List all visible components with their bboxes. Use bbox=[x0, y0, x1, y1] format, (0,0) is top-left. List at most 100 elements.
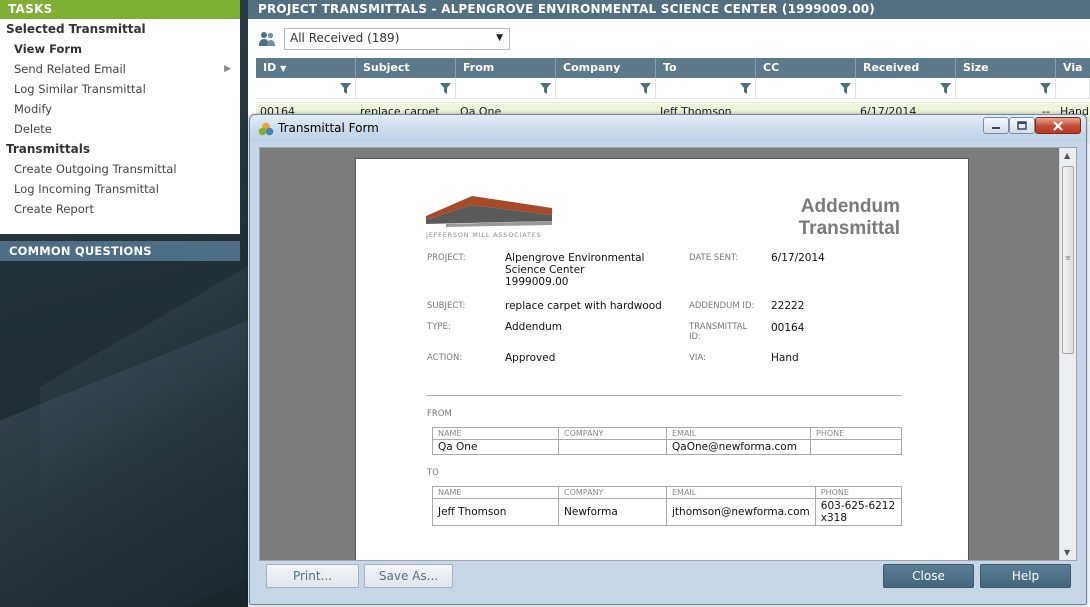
subject-label: SUBJECT: bbox=[427, 301, 466, 311]
company-logo-text: JEFFERSON MILL ASSOCIATES bbox=[426, 231, 542, 239]
help-button[interactable]: Help bbox=[980, 564, 1071, 588]
project-value-line: 1999009.00 bbox=[505, 276, 569, 288]
transmittal-id-label-line: ID: bbox=[689, 332, 701, 342]
task-log-incoming-transmittal[interactable]: Log Incoming Transmittal bbox=[0, 179, 240, 199]
task-label: Create Outgoing Transmittal bbox=[14, 162, 177, 176]
task-send-related-email[interactable]: Send Related Email ▶ bbox=[0, 59, 240, 79]
section-transmittals: Transmittals bbox=[6, 142, 91, 156]
filter-cell-id[interactable] bbox=[256, 79, 356, 99]
common-questions-header[interactable]: COMMON QUESTIONS bbox=[0, 241, 240, 261]
filter-icon[interactable] bbox=[1040, 83, 1051, 94]
task-modify[interactable]: Modify bbox=[0, 99, 240, 119]
grid-filter-row bbox=[256, 79, 1090, 99]
document-viewer[interactable]: JEFFERSON MILL ASSOCIATES Addendum Trans… bbox=[259, 147, 1077, 561]
addendum-id-value: 22222 bbox=[771, 300, 805, 312]
task-delete[interactable]: Delete bbox=[0, 119, 240, 139]
filter-icon[interactable] bbox=[940, 83, 951, 94]
to-phone: 603-625-6212 x318 bbox=[814, 498, 903, 526]
column-header-size[interactable]: Size bbox=[956, 58, 1056, 78]
submenu-arrow-icon: ▶ bbox=[224, 64, 231, 74]
app-logo-icon bbox=[258, 122, 274, 136]
col-name-header: NAME bbox=[432, 427, 559, 440]
minimize-button[interactable] bbox=[983, 117, 1009, 134]
filter-cell-to[interactable] bbox=[656, 79, 756, 99]
column-header-id[interactable]: ID ▼ bbox=[256, 58, 356, 78]
column-header-company[interactable]: Company bbox=[556, 58, 656, 78]
maximize-button[interactable] bbox=[1009, 117, 1035, 134]
view-filter-value: All Received (189) bbox=[290, 31, 400, 45]
filter-cell-via[interactable] bbox=[1056, 79, 1090, 99]
action-value: Approved bbox=[505, 352, 556, 364]
subject-value: replace carpet with hardwood bbox=[505, 300, 662, 312]
grip-icon: ≡ bbox=[1065, 254, 1071, 262]
section-selected-transmittal: Selected Transmittal bbox=[6, 22, 146, 36]
type-value: Addendum bbox=[505, 321, 562, 333]
column-header-to[interactable]: To bbox=[656, 58, 756, 78]
action-label: ACTION: bbox=[427, 353, 463, 363]
page-title: PROJECT TRANSMITTALS - ALPENGROVE ENVIRO… bbox=[248, 0, 1090, 19]
to-company: Newforma bbox=[558, 498, 667, 526]
from-contact-table: NAME COMPANY EMAIL PHONE Qa One QaOne@ne… bbox=[432, 427, 902, 455]
project-value-line: Alpengrove Environmental bbox=[505, 252, 645, 264]
from-company bbox=[558, 439, 667, 455]
type-label: TYPE: bbox=[427, 322, 451, 332]
col-email-header: EMAIL bbox=[666, 486, 816, 499]
date-sent-label: DATE SENT: bbox=[689, 253, 739, 263]
col-email-header: EMAIL bbox=[666, 427, 811, 440]
task-create-report[interactable]: Create Report bbox=[0, 199, 240, 219]
filter-icon[interactable] bbox=[640, 83, 651, 94]
view-filter-select[interactable]: All Received (189) ▼ bbox=[284, 28, 510, 50]
project-label: PROJECT: bbox=[427, 253, 466, 263]
filter-icon[interactable] bbox=[540, 83, 551, 94]
col-name-header: NAME bbox=[432, 486, 559, 499]
column-header-subject[interactable]: Subject bbox=[356, 58, 456, 78]
scroll-up-icon[interactable]: ▲ bbox=[1064, 151, 1070, 160]
column-header-received[interactable]: Received bbox=[856, 58, 956, 78]
project-value: Alpengrove Environmental Science Center … bbox=[505, 252, 644, 288]
filter-cell-company[interactable] bbox=[556, 79, 656, 99]
section-divider bbox=[426, 395, 902, 396]
filter-cell-subject[interactable] bbox=[356, 79, 456, 99]
from-phone bbox=[810, 439, 902, 455]
col-company-header: COMPANY bbox=[558, 486, 667, 499]
to-name: Jeff Thomson bbox=[432, 498, 559, 526]
transmittal-id-label-line: TRANSMITTAL bbox=[689, 322, 748, 332]
filter-icon[interactable] bbox=[440, 83, 451, 94]
scrollbar-thumb[interactable]: ≡ bbox=[1062, 166, 1074, 354]
filter-icon[interactable] bbox=[340, 83, 351, 94]
task-create-outgoing-transmittal[interactable]: Create Outgoing Transmittal bbox=[0, 159, 240, 179]
window-close-button[interactable] bbox=[1035, 117, 1081, 134]
close-button[interactable]: Close bbox=[883, 564, 974, 588]
vertical-scrollbar[interactable]: ▲ ≡ ▼ bbox=[1059, 148, 1076, 560]
task-label: Delete bbox=[14, 122, 52, 136]
sort-desc-icon: ▼ bbox=[280, 64, 287, 73]
filter-icon[interactable] bbox=[740, 83, 751, 94]
save-as-button[interactable]: Save As... bbox=[364, 564, 453, 588]
task-view-form[interactable]: View Form bbox=[0, 39, 240, 59]
date-sent-value: 6/17/2014 bbox=[771, 252, 825, 264]
transmittal-id-value: 00164 bbox=[771, 322, 805, 334]
window-titlebar[interactable]: Transmittal Form bbox=[250, 115, 1086, 141]
filter-icon[interactable] bbox=[840, 83, 851, 94]
filter-cell-size[interactable] bbox=[956, 79, 1056, 99]
column-header-cc[interactable]: CC bbox=[756, 58, 856, 78]
document-title-line2: Transmittal bbox=[798, 218, 900, 239]
transmittal-id-label: TRANSMITTAL ID: bbox=[689, 322, 747, 342]
via-value: Hand bbox=[771, 352, 799, 364]
task-log-similar-transmittal[interactable]: Log Similar Transmittal bbox=[0, 79, 240, 99]
filter-cell-received[interactable] bbox=[856, 79, 956, 99]
tasks-panel: TASKS Selected Transmittal View Form Sen… bbox=[0, 0, 240, 234]
col-phone-header: PHONE bbox=[814, 486, 903, 499]
scroll-down-icon[interactable]: ▼ bbox=[1064, 548, 1070, 557]
filter-cell-from[interactable] bbox=[456, 79, 556, 99]
task-label: Send Related Email bbox=[14, 62, 126, 76]
filter-cell-cc[interactable] bbox=[756, 79, 856, 99]
project-value-line: Science Center bbox=[505, 264, 585, 276]
document-title: Addendum Transmittal bbox=[799, 196, 900, 240]
column-header-from[interactable]: From bbox=[456, 58, 556, 78]
addendum-id-label: ADDENDUM ID: bbox=[689, 301, 755, 311]
column-header-via[interactable]: Via bbox=[1056, 58, 1090, 78]
print-button[interactable]: Print... bbox=[266, 564, 359, 588]
via-label: VIA: bbox=[689, 353, 706, 363]
column-label: ID bbox=[263, 61, 277, 74]
